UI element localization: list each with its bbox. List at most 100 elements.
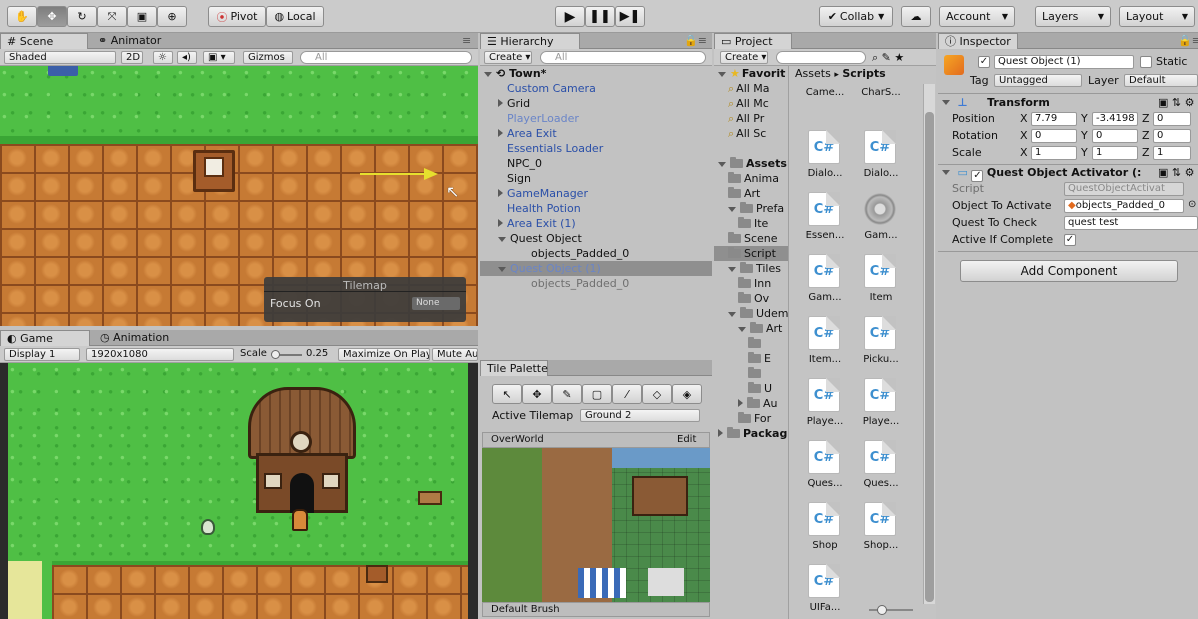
hierarchy-item[interactable]: Area Exit (1)	[480, 216, 712, 231]
project-tree-item[interactable]: ⌕ All Mc	[714, 96, 788, 111]
project-tree-item[interactable]: Scene	[714, 231, 788, 246]
collab-dropdown[interactable]: ✔ Collab ▼	[819, 6, 893, 27]
scale-z-field[interactable]: 1	[1153, 146, 1191, 160]
project-tree-item[interactable]: E	[714, 351, 788, 366]
script-asset[interactable]: C# Playe...	[853, 372, 909, 432]
project-tree-item[interactable]: Art	[714, 186, 788, 201]
hand-tool-button[interactable]: ✋	[7, 6, 37, 27]
transform-tool-button[interactable]: ⊕	[157, 6, 187, 27]
hierarchy-create-button[interactable]: Create ▾	[484, 51, 532, 64]
rotation-z-field[interactable]: 0	[1153, 129, 1191, 143]
lock-menu-icon[interactable]: 🔒≡	[1172, 33, 1198, 49]
scale-x-field[interactable]: 1	[1031, 146, 1077, 160]
project-tree-item[interactable]: ★ Favorit	[714, 66, 788, 81]
component-header[interactable]: ▭ ✓ Quest Object Activator (: ▣ ⇅ ⚙	[942, 166, 1198, 182]
assets-scrollbar-thumb[interactable]	[925, 112, 934, 602]
add-component-button[interactable]: Add Component	[960, 260, 1178, 282]
axis-label[interactable]: Z	[1142, 129, 1150, 142]
layer-dropdown[interactable]: Default	[1124, 74, 1198, 87]
object-picker-icon[interactable]: ⊙	[1188, 199, 1196, 210]
tab-animation[interactable]: ◷ Animation	[94, 330, 194, 346]
tag-dropdown[interactable]: Untagged	[994, 74, 1082, 87]
hierarchy-item[interactable]: objects_Padded_0	[480, 246, 712, 261]
project-tree-item[interactable]: Au	[714, 396, 788, 411]
assets-scrollbar[interactable]	[923, 84, 935, 604]
collapse-icon[interactable]	[498, 189, 503, 197]
script-asset[interactable]: C# Playe...	[797, 372, 853, 432]
active-if-complete-checkbox[interactable]: ✓	[1064, 234, 1076, 246]
scale-y-field[interactable]: 1	[1092, 146, 1138, 160]
axis-label[interactable]: Y	[1081, 112, 1088, 125]
expand-icon[interactable]	[498, 267, 506, 272]
lighting-toggle[interactable]: ☼	[153, 51, 173, 64]
hierarchy-search-input[interactable]: All	[540, 51, 706, 64]
project-tree-item[interactable]: Assets	[714, 156, 788, 171]
component-settings-icon[interactable]: ▣ ⇅ ⚙	[1158, 166, 1194, 179]
expand-icon[interactable]	[728, 312, 736, 317]
project-tree-item[interactable]: Udem	[714, 306, 788, 321]
project-tree-item[interactable]: Tiles	[714, 261, 788, 276]
project-tree-item[interactable]: ⌕ All Sc	[714, 126, 788, 141]
position-y-field[interactable]: -3.4198	[1092, 112, 1138, 126]
script-asset[interactable]: C# Item...	[797, 310, 853, 370]
local-toggle[interactable]: ◍ Local	[266, 6, 324, 27]
eraser-tool-button[interactable]: ◇	[642, 384, 672, 404]
tab-animator[interactable]: ⚭ Animator	[92, 33, 182, 49]
icon-size-thumb[interactable]	[877, 605, 887, 615]
script-asset[interactable]: C# Dialo...	[853, 124, 909, 184]
rotation-x-field[interactable]: 0	[1031, 129, 1077, 143]
palette-dropdown[interactable]: OverWorld	[491, 434, 671, 445]
collapse-icon[interactable]	[498, 129, 503, 137]
tab-game[interactable]: ◐ Game	[0, 330, 90, 346]
tab-project[interactable]: ▭ Project	[714, 33, 792, 49]
cloud-button[interactable]: ☁	[901, 6, 931, 27]
move-gizmo-arrow-icon[interactable]	[424, 168, 438, 180]
project-tree-item[interactable]	[714, 366, 788, 381]
hierarchy-item[interactable]: Area Exit	[480, 126, 712, 141]
hierarchy-item[interactable]: Grid	[480, 96, 712, 111]
pivot-toggle[interactable]: ⦿ Pivot	[208, 6, 266, 27]
expand-icon[interactable]	[728, 207, 736, 212]
maximize-on-play-toggle[interactable]: Maximize On Play	[338, 348, 430, 361]
rotate-tool-button[interactable]: ↻	[67, 6, 97, 27]
move-tool-button[interactable]: ✥	[37, 6, 67, 27]
object-name-field[interactable]: Quest Object (1)	[994, 55, 1134, 69]
object-to-activate-field[interactable]: ◆objects_Padded_0	[1064, 199, 1184, 213]
script-asset[interactable]: Came...	[797, 62, 853, 122]
expand-icon[interactable]	[738, 327, 746, 332]
box-fill-button[interactable]: ▢	[582, 384, 612, 404]
shading-dropdown[interactable]: Shaded	[4, 51, 116, 64]
project-tree-item[interactable]: Inn	[714, 276, 788, 291]
script-asset[interactable]: C# Ques...	[853, 434, 909, 494]
script-asset[interactable]: CharS...	[853, 62, 909, 122]
resolution-dropdown[interactable]: 1920x1080	[86, 348, 234, 361]
project-tree-item[interactable]: U	[714, 381, 788, 396]
hierarchy-item[interactable]: Quest Object (1)	[480, 261, 712, 276]
hierarchy-item[interactable]: Essentials Loader	[480, 141, 712, 156]
step-button[interactable]: ▶❚	[615, 6, 645, 27]
script-asset[interactable]: C# Gam...	[797, 248, 853, 308]
script-asset[interactable]: C# Shop	[797, 496, 853, 556]
focus-on-dropdown[interactable]: None	[412, 297, 460, 310]
palette-edit-button[interactable]: Edit	[677, 434, 696, 445]
display-dropdown[interactable]: Display 1	[4, 348, 80, 361]
static-checkbox[interactable]	[1140, 56, 1152, 68]
script-asset[interactable]: C# Picku...	[853, 310, 909, 370]
audio-toggle[interactable]: ◂)	[177, 51, 197, 64]
project-create-button[interactable]: Create ▾	[720, 51, 768, 64]
hierarchy-item[interactable]: Sign	[480, 171, 712, 186]
gizmos-dropdown[interactable]: Gizmos	[243, 51, 293, 64]
script-asset[interactable]: C# UIFa...	[797, 558, 853, 618]
effects-dropdown[interactable]: ▣ ▾	[203, 51, 235, 64]
component-settings-icon[interactable]: ▣ ⇅ ⚙	[1158, 96, 1194, 109]
tile-palette-grid[interactable]	[482, 448, 710, 602]
tab-hierarchy[interactable]: ☰ Hierarchy	[480, 33, 580, 49]
account-dropdown[interactable]: Account ▼	[939, 6, 1015, 27]
hierarchy-item[interactable]: Health Potion	[480, 201, 712, 216]
hierarchy-item[interactable]: Custom Camera	[480, 81, 712, 96]
axis-label[interactable]: Y	[1081, 129, 1088, 142]
position-z-field[interactable]: 0	[1153, 112, 1191, 126]
rect-tool-button[interactable]: ▣	[127, 6, 157, 27]
collapse-icon[interactable]	[738, 399, 743, 407]
hierarchy-item[interactable]: PlayerLoader	[480, 111, 712, 126]
